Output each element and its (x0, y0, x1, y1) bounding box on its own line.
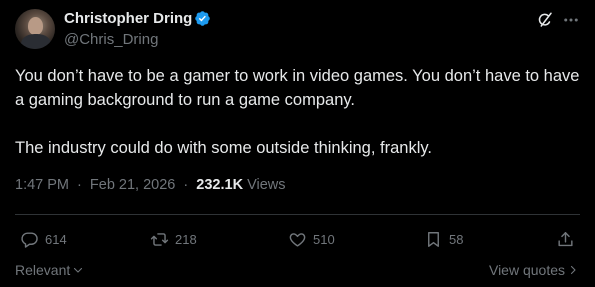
divider (15, 214, 580, 215)
views-count: 232.1K (196, 177, 244, 193)
tweet: Christopher Dring @Chris_Dring You don’t… (0, 0, 595, 287)
avatar-face (28, 17, 43, 35)
more-icon[interactable] (562, 11, 580, 29)
retweet-button[interactable]: 218 (150, 229, 197, 249)
views-label: Views (247, 177, 286, 193)
tweet-paragraph: The industry could do with some outside … (15, 139, 432, 157)
meta-separator: · (183, 177, 189, 193)
author-display-name[interactable]: Christopher Dring (64, 10, 192, 27)
grok-icon[interactable] (536, 11, 554, 29)
tweet-date[interactable]: Feb 21, 2026 (90, 177, 175, 193)
sort-label: Relevant (15, 262, 71, 278)
bookmark-button[interactable]: 58 (424, 229, 463, 249)
bookmark-count: 58 (449, 231, 464, 247)
chevron-right-icon (570, 265, 576, 275)
reply-count: 614 (45, 231, 67, 247)
chevron-down-icon (74, 267, 83, 273)
tweet-text: You don’t have to be a gamer to work in … (15, 64, 585, 160)
meta-separator: · (77, 177, 82, 193)
view-quotes-link[interactable]: View quotes (489, 262, 579, 278)
reply-icon (21, 231, 38, 248)
like-count: 510 (313, 231, 335, 247)
sort-replies-dropdown[interactable]: Relevant (15, 262, 84, 278)
reply-button[interactable]: 614 (20, 229, 67, 249)
retweet-icon (150, 232, 169, 246)
avatar[interactable] (15, 9, 55, 49)
tweet-paragraph: You don’t have to be a gamer to work in … (15, 67, 580, 109)
share-button[interactable] (556, 229, 575, 249)
view-quotes-label: View quotes (488, 262, 565, 278)
like-button[interactable]: 510 (288, 229, 335, 249)
share-icon (558, 231, 573, 246)
bookmark-icon (428, 231, 439, 247)
like-icon (289, 232, 306, 247)
tweet-meta: 1:47 PM · Feb 21, 2026 · 232.1K Views (15, 177, 286, 193)
tweet-time[interactable]: 1:47 PM (15, 177, 69, 193)
avatar-body (21, 34, 51, 49)
retweet-count: 218 (175, 231, 197, 247)
verified-badge-icon (195, 11, 210, 26)
author-handle[interactable]: @Chris_Dring (64, 31, 158, 48)
